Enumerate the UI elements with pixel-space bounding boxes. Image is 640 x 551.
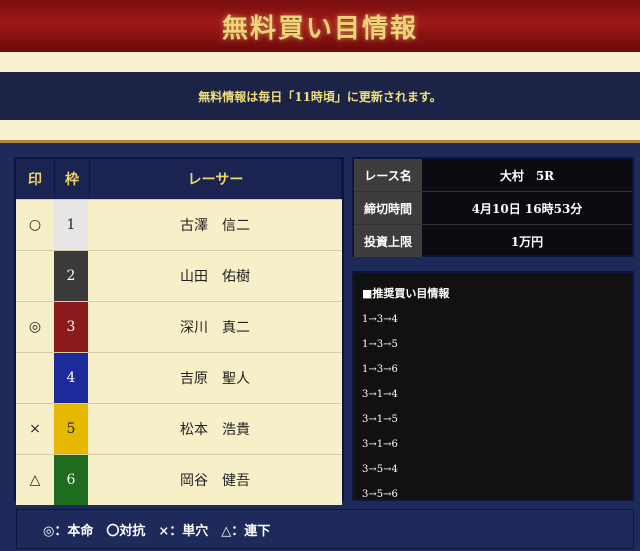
racer-name: 松本 浩貴 bbox=[180, 422, 250, 438]
info-label: レース名 bbox=[354, 159, 422, 191]
racer-name-cell: 山田 佑樹 bbox=[88, 251, 342, 301]
pick-combination: 3→5→4 bbox=[362, 464, 398, 475]
info-row-budget: 投資上限 1万円 bbox=[354, 225, 632, 257]
racer-name: 岡谷 健吾 bbox=[180, 473, 250, 489]
row-mark: ◎ bbox=[16, 302, 54, 352]
pick-combination: 3→1→5 bbox=[362, 414, 398, 425]
pick-combination: 1→3→6 bbox=[362, 364, 398, 375]
pick-combination: 1→3→5 bbox=[362, 339, 398, 350]
row-mark bbox=[16, 251, 54, 301]
row-mark bbox=[16, 353, 54, 403]
racer-name-cell: 松本 浩貴 bbox=[88, 404, 342, 454]
info-row-race-name: レース名 大村 5R bbox=[354, 159, 632, 192]
racer-name-cell: 古澤 信二 bbox=[88, 200, 342, 250]
racer-name-cell: 深川 真二 bbox=[88, 302, 342, 352]
frame-number: 2 bbox=[54, 251, 88, 301]
info-row-deadline: 締切時間 4月10日 16時53分 bbox=[354, 192, 632, 225]
picks-title: ■推奨買い目情報 bbox=[362, 287, 450, 300]
racer-name: 深川 真二 bbox=[180, 320, 250, 336]
frame-number: 3 bbox=[54, 302, 88, 352]
racer-name-cell: 岡谷 健吾 bbox=[88, 455, 342, 505]
recommended-picks: ■推奨買い目情報 1→3→4 1→3→5 1→3→6 3→1→4 3→1→5 3→1→6 3… bbox=[352, 271, 634, 501]
racer-table: 印 枠 レーサー ○ 1 古澤 信二 2 山田 佑樹 ◎ 3 深川 真二 4 吉原 聖人 × 5 松本 … bbox=[14, 157, 344, 505]
info-value: 4月10日 16時53分 bbox=[471, 201, 583, 216]
pick-combination: 3→1→6 bbox=[362, 439, 398, 450]
pick-combination: 3→5→6 bbox=[362, 489, 398, 500]
row-mark: ○ bbox=[16, 200, 54, 250]
racer-name: 吉原 聖人 bbox=[180, 371, 250, 387]
frame-number: 4 bbox=[54, 353, 88, 403]
info-value: 大村 5R bbox=[499, 168, 555, 183]
racer-name: 山田 佑樹 bbox=[180, 269, 250, 285]
mark-legend: ◎：本命 〇対抗 ×：単穴 △：連下 bbox=[16, 509, 634, 549]
race-info: レース名 大村 5R 締切時間 4月10日 16時53分 投資上限 1万円 bbox=[352, 157, 634, 257]
pick-combination: 1→3→4 bbox=[362, 314, 398, 325]
info-value: 1万円 bbox=[510, 234, 544, 249]
table-row: ◎ 3 深川 真二 bbox=[16, 301, 342, 352]
row-mark: × bbox=[16, 404, 54, 454]
header-racer: レーサー bbox=[90, 159, 342, 199]
header-banner: 無料買い目情報 bbox=[0, 0, 640, 52]
info-label: 締切時間 bbox=[354, 192, 422, 224]
race-panel: 印 枠 レーサー ○ 1 古澤 信二 2 山田 佑樹 ◎ 3 深川 真二 4 吉原 聖人 × 5 松本 … bbox=[0, 140, 640, 551]
header-mark: 印 bbox=[16, 159, 55, 199]
frame-number: 6 bbox=[54, 455, 88, 505]
pick-combination: 3→1→4 bbox=[362, 389, 398, 400]
header-frame: 枠 bbox=[55, 159, 90, 199]
table-row: ○ 1 古澤 信二 bbox=[16, 199, 342, 250]
table-row: × 5 松本 浩貴 bbox=[16, 403, 342, 454]
info-label: 投資上限 bbox=[354, 225, 422, 257]
update-notice: 無料情報は毎日「11時頃」に更新されます。 bbox=[0, 72, 640, 120]
table-row: 4 吉原 聖人 bbox=[16, 352, 342, 403]
frame-number: 1 bbox=[54, 200, 88, 250]
racer-name-cell: 吉原 聖人 bbox=[88, 353, 342, 403]
frame-number: 5 bbox=[54, 404, 88, 454]
table-row: △ 6 岡谷 健吾 bbox=[16, 454, 342, 505]
racer-table-header: 印 枠 レーサー bbox=[16, 159, 342, 199]
legend-text: ◎：本命 〇対抗 ×：単穴 △：連下 bbox=[43, 523, 271, 539]
notice-text: 無料情報は毎日「11時頃」に更新されます。 bbox=[198, 89, 442, 104]
racer-name: 古澤 信二 bbox=[180, 218, 250, 234]
row-mark: △ bbox=[16, 455, 54, 505]
page-title: 無料買い目情報 bbox=[221, 13, 418, 44]
table-row: 2 山田 佑樹 bbox=[16, 250, 342, 301]
